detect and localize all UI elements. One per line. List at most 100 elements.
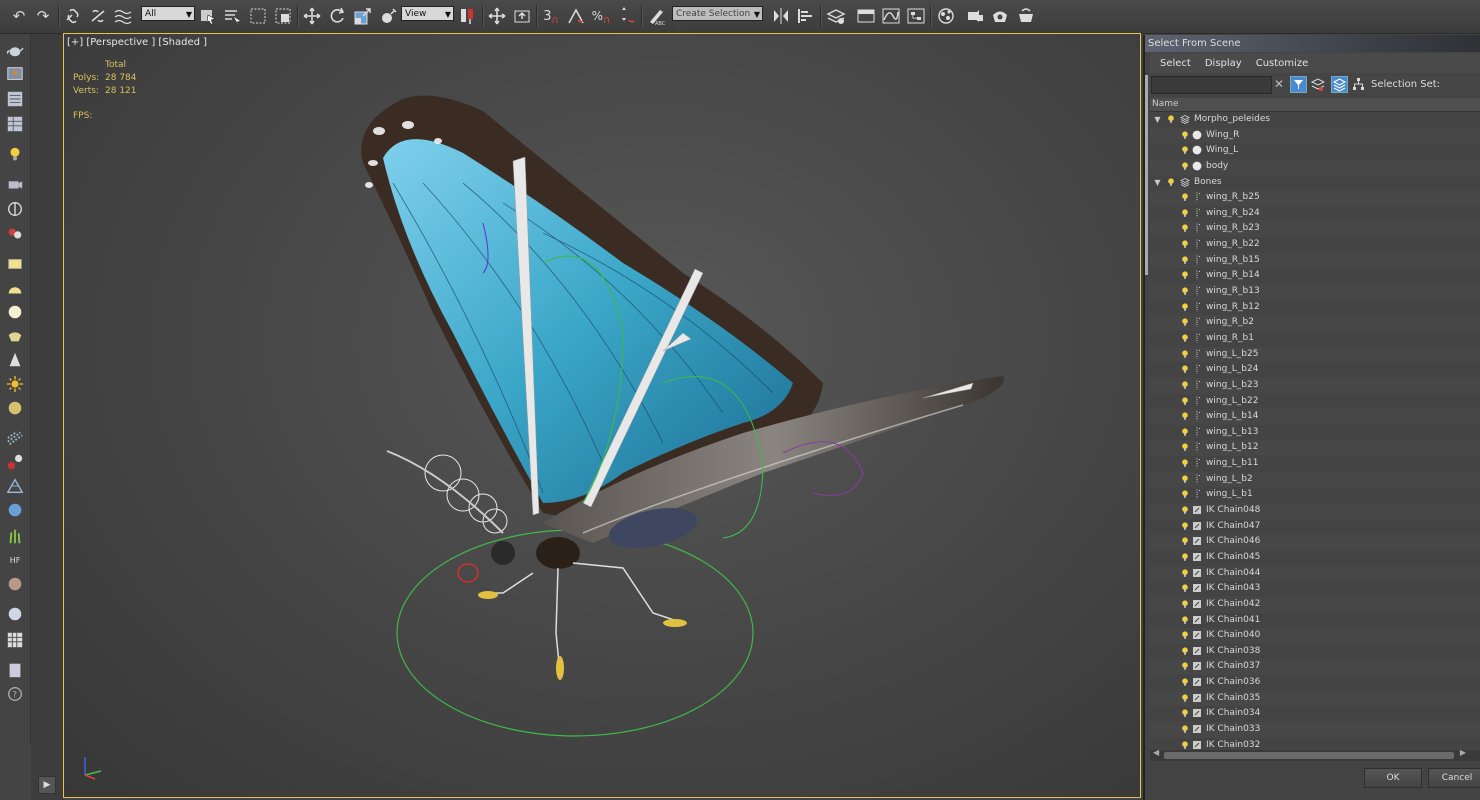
scrollbar-thumb[interactable] (1164, 752, 1454, 759)
visibility-bulb-icon[interactable] (1181, 506, 1189, 514)
material-editor-icon[interactable] (935, 5, 957, 27)
object-row[interactable]: Wing_R (1150, 127, 1480, 144)
clipboard-icon[interactable] (4, 660, 26, 680)
horizontal-scrollbar[interactable]: ◀ ▶ (1150, 748, 1480, 761)
teapot-icon[interactable] (4, 40, 26, 60)
visibility-bulb-icon[interactable] (1181, 256, 1189, 264)
scroll-left-icon[interactable]: ◀ (1153, 748, 1159, 757)
bind-spacewarp-icon[interactable] (112, 5, 134, 27)
visibility-bulb-icon[interactable] (1181, 350, 1189, 358)
object-row[interactable]: IK Chain043 (1150, 581, 1480, 597)
render-frame-icon[interactable] (4, 64, 26, 84)
render-production-icon[interactable] (1015, 5, 1037, 27)
object-row[interactable]: IK Chain034 (1150, 706, 1480, 722)
snaps-toggle-icon[interactable]: 3 ∩ (540, 5, 562, 27)
visibility-bulb-icon[interactable] (1181, 209, 1189, 217)
object-row[interactable]: IK Chain046 (1150, 534, 1480, 550)
cloth-icon[interactable] (4, 476, 26, 496)
link-icon[interactable] (62, 5, 84, 27)
object-row[interactable]: IK Chain047 (1150, 519, 1480, 535)
visibility-bulb-icon[interactable] (1181, 725, 1189, 733)
scale-icon[interactable] (352, 5, 374, 27)
object-row[interactable]: wing_R_b1 (1150, 331, 1480, 347)
object-row[interactable]: wing_L_b14 (1150, 409, 1480, 425)
visibility-bulb-icon[interactable] (1181, 584, 1189, 593)
object-row[interactable]: IK Chain033 (1150, 721, 1480, 738)
grid-icon[interactable] (4, 630, 26, 650)
hierarchy-icon[interactable] (1351, 77, 1366, 95)
hair-fur-icon[interactable] (4, 500, 26, 520)
object-row[interactable]: wing_R_b13 (1150, 284, 1480, 300)
geosphere-icon[interactable] (4, 326, 26, 346)
perspective-viewport[interactable]: [+] [Perspective ] [Shaded ] Total Polys… (63, 33, 1141, 798)
helper-icon[interactable] (4, 199, 26, 219)
visibility-bulb-icon[interactable] (1181, 287, 1189, 295)
select-object-icon[interactable] (197, 5, 219, 27)
visibility-bulb-icon[interactable] (1181, 662, 1189, 671)
visibility-bulb-icon[interactable] (1181, 303, 1189, 311)
menu-select[interactable]: Select (1160, 58, 1191, 69)
rect-selection-icon[interactable] (247, 5, 269, 27)
ok-button[interactable]: OK (1364, 768, 1422, 788)
object-row[interactable]: Wing_L (1150, 143, 1480, 159)
visibility-bulb-icon[interactable] (1181, 709, 1189, 718)
visibility-bulb-icon[interactable] (1181, 146, 1189, 155)
visibility-bulb-icon[interactable] (1181, 537, 1189, 546)
layer-view-icon[interactable] (1331, 76, 1348, 93)
object-row[interactable]: IK Chain041 (1150, 613, 1480, 629)
scene-explorer-icon[interactable] (4, 89, 26, 109)
scroll-right-icon[interactable]: ▶ (1460, 748, 1466, 757)
visibility-bulb-icon[interactable] (1181, 396, 1189, 405)
pivot-center-icon[interactable] (457, 5, 479, 27)
visibility-bulb-icon[interactable] (1181, 240, 1189, 248)
camera-icon[interactable] (4, 174, 26, 194)
dialog-edge-scroll[interactable] (1145, 75, 1148, 275)
align-icon[interactable] (795, 5, 817, 27)
visibility-bulb-icon[interactable] (1181, 459, 1189, 467)
visibility-bulb-icon[interactable] (1181, 568, 1189, 577)
object-row[interactable]: wing_R_b12 (1150, 300, 1480, 316)
reference-coord-dropdown[interactable]: View ▼ (401, 6, 454, 21)
select-by-name-icon[interactable] (221, 5, 243, 27)
shaded-sphere-icon[interactable] (4, 604, 26, 624)
visibility-bulb-icon[interactable] (1181, 162, 1189, 170)
toggle-ribbon-icon[interactable] (855, 5, 877, 27)
butterfly-model[interactable] (63, 33, 1141, 798)
layers-filter-icon[interactable] (1310, 77, 1326, 95)
object-row[interactable]: wing_L_b2 (1150, 471, 1480, 488)
object-row[interactable]: IK Chain038 (1150, 644, 1480, 660)
cone-icon[interactable] (4, 350, 26, 370)
visibility-bulb-icon[interactable] (1167, 115, 1175, 123)
redo-icon[interactable]: ↷ (32, 5, 54, 27)
visibility-bulb-icon[interactable] (1181, 647, 1189, 655)
window-crossing-icon[interactable] (272, 5, 294, 27)
grass-icon[interactable] (4, 526, 26, 546)
search-field[interactable] (1151, 76, 1272, 94)
cancel-button[interactable]: Cancel (1428, 768, 1480, 788)
rendered-frame-icon[interactable] (989, 5, 1011, 27)
clear-search-icon[interactable]: ✕ (1274, 77, 1284, 91)
move-icon[interactable] (301, 5, 323, 27)
layer-row[interactable]: ▼ Bones (1150, 175, 1480, 191)
object-row[interactable]: wing_R_b23 (1150, 221, 1480, 238)
percent-snap-icon[interactable]: % ∩ (590, 5, 612, 27)
visibility-bulb-icon[interactable] (1181, 131, 1189, 139)
object-row[interactable]: wing_L_b1 (1150, 487, 1480, 503)
curve-editor-icon[interactable] (880, 5, 902, 27)
object-row[interactable]: wing_R_b22 (1150, 237, 1480, 253)
object-row[interactable]: wing_L_b25 (1150, 346, 1480, 363)
object-row[interactable]: wing_R_b25 (1150, 190, 1480, 206)
visibility-bulb-icon[interactable] (1181, 475, 1189, 483)
spreadsheet-icon[interactable] (4, 114, 26, 134)
light-bulb-icon[interactable] (4, 144, 26, 164)
help-icon[interactable]: ? (4, 684, 26, 704)
filter-icon[interactable] (1290, 76, 1307, 93)
object-row[interactable]: wing_L_b24 (1150, 362, 1480, 378)
object-row[interactable]: wing_L_b13 (1150, 425, 1480, 441)
visibility-bulb-icon[interactable] (1167, 177, 1175, 186)
visibility-bulb-icon[interactable] (1181, 600, 1189, 608)
smoke-icon[interactable] (4, 574, 26, 594)
dynamics-icon[interactable] (4, 452, 26, 472)
expand-arrow-icon[interactable]: ▶ (38, 776, 56, 794)
object-row[interactable]: IK Chain045 (1150, 550, 1480, 566)
